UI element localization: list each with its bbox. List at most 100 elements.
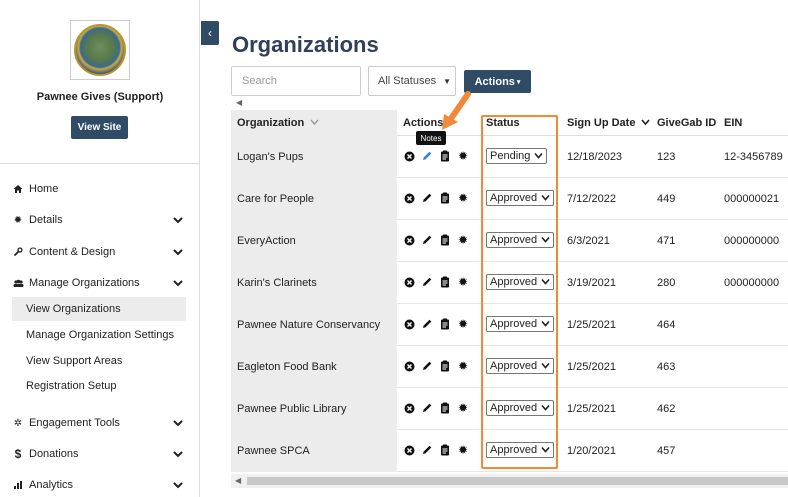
org-name[interactable]: Pawnee Public Library — [237, 403, 346, 415]
signup-date: 7/12/2022 — [567, 193, 616, 205]
org-name[interactable]: Karin's Clarinets — [237, 277, 317, 289]
chevron-down-icon — [173, 482, 183, 489]
scrollbar-thumb[interactable] — [247, 477, 788, 485]
edit-icon[interactable] — [421, 401, 433, 415]
gear-icon[interactable]: ✹ — [457, 191, 469, 205]
caret-down-icon: ▼ — [443, 76, 452, 86]
chevron-down-icon — [173, 217, 183, 224]
sort-desc-icon — [640, 119, 650, 126]
scroll-left-arrow-icon[interactable]: ◀ — [235, 476, 241, 485]
notes-icon[interactable] — [439, 443, 451, 457]
notes-icon[interactable] — [439, 359, 451, 373]
page-title: Organizations — [232, 32, 379, 57]
sidebar-item-donations[interactable]: $ Donations — [12, 444, 190, 464]
sidebar-subitem-view-organizations[interactable]: View Organizations — [12, 297, 186, 321]
actions-dropdown-button[interactable]: Actions ▾ — [464, 70, 531, 93]
view-site-button[interactable]: View Site — [71, 116, 128, 139]
edit-icon[interactable] — [421, 443, 433, 457]
reject-icon[interactable] — [403, 233, 415, 247]
signup-date: 1/25/2021 — [567, 319, 616, 331]
signup-date: 6/3/2021 — [567, 235, 610, 247]
row-actions: ✹ — [403, 401, 469, 415]
reject-icon[interactable] — [403, 359, 415, 373]
org-name[interactable]: Eagleton Food Bank — [237, 361, 337, 373]
signup-date: 12/18/2023 — [567, 151, 623, 163]
sidebar-item-engagement-tools[interactable]: ✲ Engagement Tools — [12, 413, 190, 433]
edit-icon[interactable] — [421, 275, 433, 289]
home-icon — [12, 184, 24, 194]
givegab-id: 449 — [657, 193, 676, 205]
gear-icon: ✹ — [13, 214, 23, 226]
sidebar-item-label: Content & Design — [29, 246, 116, 258]
ein: 000000000 — [724, 277, 780, 289]
sidebar-subitem-view-support-areas[interactable]: View Support Areas — [12, 349, 186, 373]
gear-icon[interactable]: ✹ — [457, 443, 469, 457]
annotation-arrow-icon — [442, 91, 471, 130]
chevron-down-icon — [173, 451, 183, 458]
notes-icon[interactable] — [439, 401, 451, 415]
org-name[interactable]: EveryAction — [237, 235, 296, 247]
reject-icon[interactable] — [403, 443, 415, 457]
givegab-id: 463 — [657, 361, 676, 373]
users-icon — [12, 279, 24, 288]
reject-icon[interactable] — [403, 317, 415, 331]
sidebar-item-analytics[interactable]: Analytics — [12, 475, 190, 495]
reject-icon[interactable] — [403, 191, 415, 205]
column-header-organization[interactable]: Organization — [237, 117, 319, 129]
gear-icon[interactable]: ✹ — [457, 359, 469, 373]
org-name[interactable]: Logan's Pups — [237, 151, 303, 163]
chevron-down-icon — [173, 420, 183, 427]
edit-icon[interactable] — [421, 359, 433, 373]
caret-down-icon: ▾ — [516, 78, 521, 86]
notes-icon[interactable] — [439, 275, 451, 289]
column-header-ein[interactable]: EIN — [724, 117, 742, 129]
chevron-down-icon — [173, 249, 183, 256]
gear-icon[interactable]: ✹ — [457, 275, 469, 289]
status-column-highlight — [481, 115, 558, 469]
horizontal-scrollbar[interactable]: ◀ — [231, 474, 788, 488]
edit-icon[interactable] — [421, 317, 433, 331]
reject-icon[interactable] — [403, 401, 415, 415]
sidebar-item-label: Details — [29, 214, 63, 226]
city-seal-icon — [74, 24, 126, 76]
row-actions: ✹ — [403, 233, 469, 247]
reject-icon[interactable] — [403, 275, 415, 289]
search-input[interactable] — [231, 66, 361, 96]
edit-icon[interactable] — [421, 191, 433, 205]
gear-icon[interactable]: ✹ — [457, 317, 469, 331]
column-header-signup-date[interactable]: Sign Up Date — [567, 117, 650, 129]
scroll-left-arrow-icon[interactable]: ◀ — [236, 98, 242, 107]
wrench-icon — [12, 247, 24, 257]
sidebar-divider — [0, 163, 200, 164]
sidebar-subitem-registration-setup[interactable]: Registration Setup — [12, 374, 186, 398]
notes-icon[interactable] — [439, 191, 451, 205]
sidebar-item-manage-organizations[interactable]: Manage Organizations — [12, 273, 190, 293]
org-name[interactable]: Pawnee SPCA — [237, 445, 310, 457]
signup-date: 1/20/2021 — [567, 445, 616, 457]
site-name: Pawnee Gives (Support) — [36, 91, 164, 103]
sidebar-item-content-design[interactable]: Content & Design — [12, 242, 190, 262]
sidebar-item-home[interactable]: Home — [12, 179, 190, 199]
org-name[interactable]: Pawnee Nature Conservancy — [237, 319, 380, 331]
reject-icon[interactable] — [403, 149, 415, 163]
sidebar-subitem-manage-org-settings[interactable]: Manage Organization Settings — [12, 323, 186, 347]
givegab-id: 123 — [657, 151, 676, 163]
sort-icon — [310, 119, 319, 126]
dollar-icon: $ — [14, 447, 22, 461]
column-header-givegab-id[interactable]: GiveGab ID — [657, 117, 716, 129]
edit-icon[interactable] — [421, 149, 433, 163]
edit-icon[interactable] — [421, 233, 433, 247]
chevron-down-icon — [173, 280, 183, 287]
sidebar-item-details[interactable]: ✹ Details — [12, 210, 190, 230]
gear-icon[interactable]: ✹ — [457, 149, 469, 163]
header-label: Organization — [237, 117, 305, 129]
gear-icon[interactable]: ✹ — [457, 401, 469, 415]
row-actions: ✹ — [403, 317, 469, 331]
sidebar-collapse-button[interactable]: ‹ — [201, 21, 219, 45]
notes-icon[interactable] — [439, 149, 451, 163]
notes-icon[interactable] — [439, 233, 451, 247]
notes-icon[interactable] — [439, 317, 451, 331]
org-name[interactable]: Care for People — [237, 193, 314, 205]
row-actions: ✹ — [403, 149, 469, 163]
gear-icon[interactable]: ✹ — [457, 233, 469, 247]
